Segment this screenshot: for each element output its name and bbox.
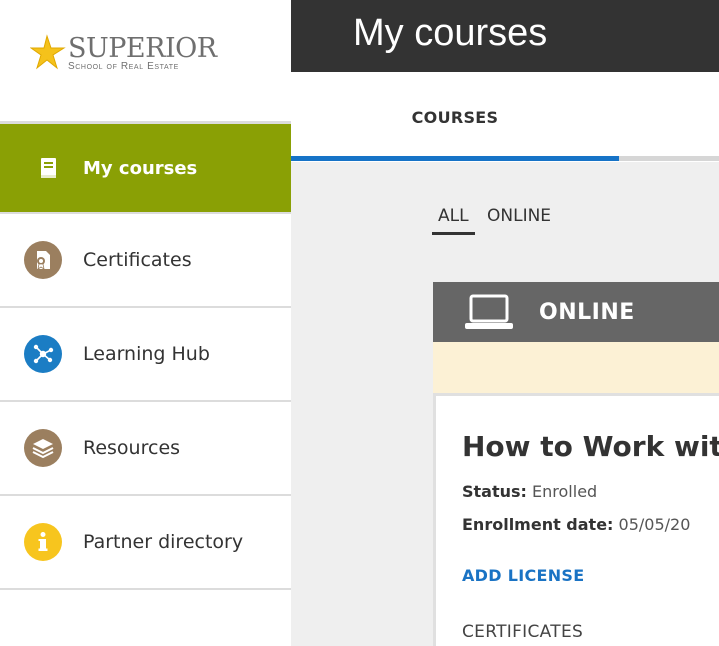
sidebar-item-label: My courses bbox=[83, 157, 198, 179]
course-type-label: ONLINE bbox=[539, 300, 635, 325]
sidebar-item-label: Learning Hub bbox=[83, 343, 210, 365]
sidebar: SUPERIOR School of Real Estate My course… bbox=[0, 0, 291, 646]
enrollment-value: 05/05/20 bbox=[618, 515, 691, 534]
book-icon bbox=[30, 149, 68, 187]
tab-track bbox=[619, 156, 719, 161]
sidebar-nav: My courses Certificates Learning Hub Res… bbox=[0, 121, 291, 590]
info-icon bbox=[24, 523, 62, 561]
filter-all[interactable]: ALL bbox=[438, 206, 469, 226]
brand-logo[interactable]: SUPERIOR School of Real Estate bbox=[30, 34, 230, 78]
sidebar-item-certificates[interactable]: Certificates bbox=[0, 214, 291, 308]
sidebar-item-label: Resources bbox=[83, 437, 181, 459]
course-title[interactable]: How to Work with bbox=[462, 430, 719, 463]
certificate-icon bbox=[24, 241, 62, 279]
course-card-header: ONLINE bbox=[433, 282, 719, 342]
filter-active-indicator bbox=[432, 232, 475, 235]
course-notice-bar bbox=[433, 342, 719, 393]
star-logo-icon bbox=[30, 34, 66, 70]
laptop-icon bbox=[465, 294, 513, 329]
network-hub-icon bbox=[24, 335, 62, 373]
course-card[interactable]: How to Work with Status: Enrolled Enroll… bbox=[433, 393, 719, 646]
brand-name: SUPERIOR bbox=[68, 33, 217, 64]
page-header: My courses bbox=[291, 0, 719, 72]
sidebar-item-resources[interactable]: Resources bbox=[0, 402, 291, 496]
filter-online[interactable]: ONLINE bbox=[487, 206, 551, 226]
certificates-heading: CERTIFICATES bbox=[462, 622, 584, 642]
tab-courses[interactable]: COURSES bbox=[291, 72, 619, 162]
tab-active-indicator bbox=[291, 156, 619, 161]
status-label: Status: bbox=[462, 482, 527, 501]
enrollment-date: Enrollment date: 05/05/20 bbox=[462, 515, 690, 534]
brand-tagline: School of Real Estate bbox=[68, 61, 179, 72]
sidebar-item-label: Certificates bbox=[83, 249, 192, 271]
sidebar-item-my-courses[interactable]: My courses bbox=[0, 121, 291, 214]
enrollment-label: Enrollment date: bbox=[462, 515, 614, 534]
layers-icon bbox=[24, 429, 62, 467]
add-license-link[interactable]: ADD LICENSE bbox=[462, 566, 584, 585]
main-content: ALL ONLINE ONLINE How to Work with Statu… bbox=[291, 162, 719, 646]
page-title: My courses bbox=[353, 12, 548, 54]
course-status: Status: Enrolled bbox=[462, 482, 597, 501]
sidebar-item-learning-hub[interactable]: Learning Hub bbox=[0, 308, 291, 402]
sidebar-item-label: Partner directory bbox=[83, 531, 244, 553]
status-value: Enrolled bbox=[532, 482, 598, 501]
sidebar-item-partner-directory[interactable]: Partner directory bbox=[0, 496, 291, 590]
tab-bar: COURSES bbox=[291, 72, 719, 162]
